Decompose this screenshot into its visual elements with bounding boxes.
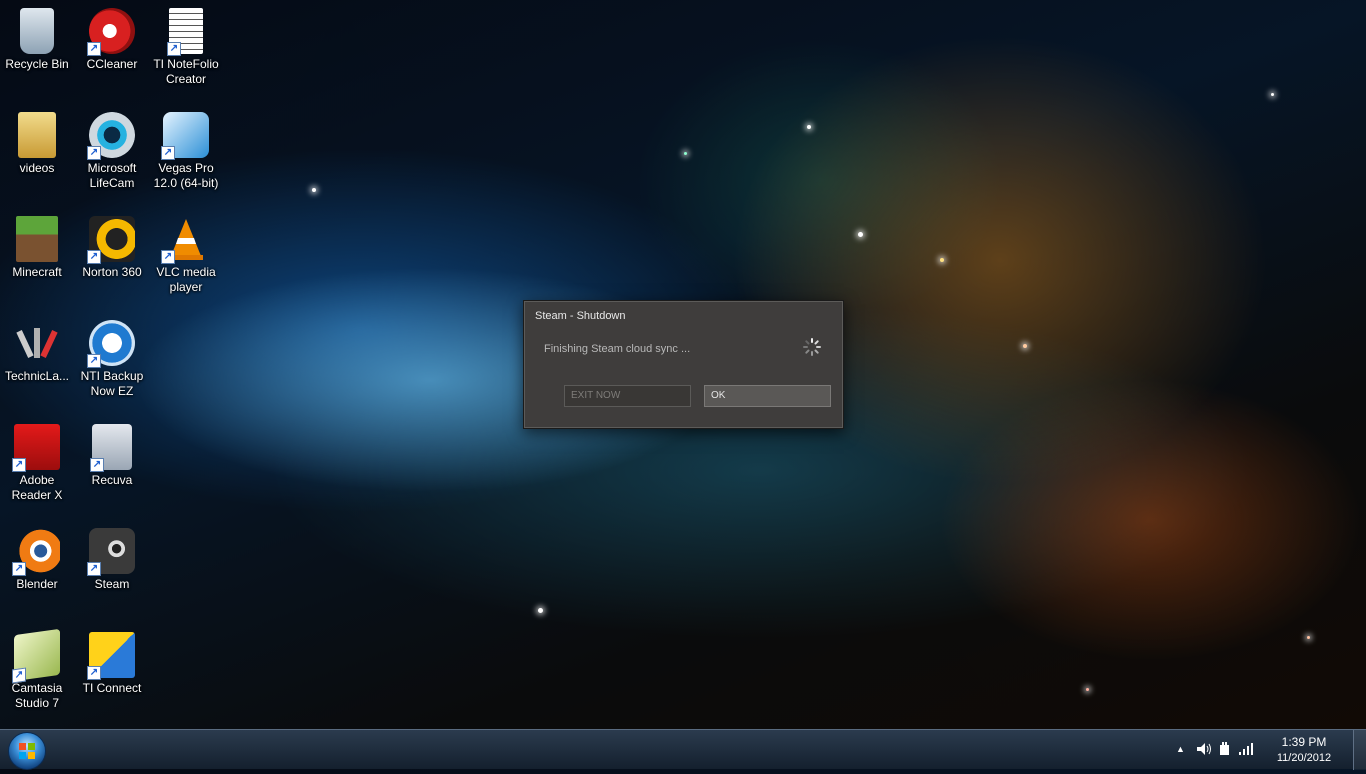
shortcut-arrow-icon: ↗	[12, 667, 26, 684]
network-signal-icon[interactable]	[1238, 742, 1254, 759]
shortcut-arrow-icon: ↗	[12, 562, 26, 576]
desktop-icon-vegas-pro[interactable]: ↗ Vegas Pro 12.0 (64-bit)	[149, 106, 223, 191]
shortcut-arrow-icon: ↗	[161, 250, 175, 264]
shortcut-arrow-icon: ↗	[87, 250, 101, 264]
desktop-icon-label: Vegas Pro 12.0 (64-bit)	[153, 161, 219, 190]
desktop-icon-label: Recycle Bin	[5, 57, 69, 71]
desktop-icon-label: TechnicLa...	[4, 369, 70, 383]
shortcut-arrow-icon: ↗	[87, 146, 101, 160]
desktop-icon-ti-notefolio[interactable]: ↗ TI NoteFolio Creator	[149, 2, 223, 87]
desktop-icon-blender[interactable]: ↗ Blender	[0, 522, 74, 592]
show-desktop-button[interactable]	[1353, 730, 1366, 770]
start-button[interactable]	[8, 732, 46, 770]
dialog-title: Steam - Shutdown	[535, 310, 626, 322]
desktop-icon-label: Adobe Reader X	[11, 473, 63, 502]
shortcut-arrow-icon: ↗	[167, 42, 181, 56]
blender-icon: ↗	[12, 528, 60, 576]
shortcut-arrow-icon: ↗	[12, 458, 26, 472]
clock-time: 1:39 PM	[1281, 735, 1327, 749]
shortcut-arrow-icon: ↗	[87, 354, 101, 368]
power-battery-icon[interactable]	[1218, 742, 1232, 759]
desktop-icon-label: Norton 360	[82, 265, 142, 279]
desktop-icon-recycle-bin[interactable]: Recycle Bin	[0, 2, 74, 72]
desktop-icon-videos[interactable]: videos	[0, 106, 74, 176]
dialog-message: Finishing Steam cloud sync ...	[544, 343, 691, 355]
desktop-icon-label: VLC media player	[156, 265, 216, 294]
windows-logo-icon	[19, 743, 35, 759]
system-tray: ▲ 1:39 PM 11/20/2012	[1166, 730, 1366, 770]
desktop-icon-label: TI NoteFolio Creator	[153, 57, 219, 86]
technic-launcher-icon	[14, 320, 60, 366]
ccleaner-icon: ↗	[87, 8, 135, 56]
recuva-icon: ↗	[90, 424, 132, 472]
steam-icon: ↗	[87, 528, 135, 576]
recycle-bin-icon	[20, 8, 54, 54]
ti-connect-icon: ↗	[87, 632, 135, 680]
shortcut-arrow-icon: ↗	[87, 42, 101, 56]
vegas-icon: ↗	[161, 112, 209, 160]
desktop-icon-adobe-reader[interactable]: ↗ Adobe Reader X	[0, 418, 74, 503]
desktop-icon-label: Steam	[94, 577, 130, 591]
desktop-icon-recuva[interactable]: ↗ Recuva	[75, 418, 149, 488]
taskbar: ▲ 1:39 PM 11/20/2012	[0, 729, 1366, 770]
desktop-icon-label: Microsoft LifeCam	[87, 161, 137, 190]
clock[interactable]: 1:39 PM 11/20/2012	[1264, 734, 1344, 766]
folder-icon	[18, 112, 56, 158]
desktop-icon-ti-connect[interactable]: ↗ TI Connect	[75, 626, 149, 696]
desktop-icon-camtasia[interactable]: ↗ Camtasia Studio 7	[0, 626, 74, 711]
norton-icon: ↗	[87, 216, 135, 264]
nti-backup-icon: ↗	[87, 320, 135, 368]
desktop-icon-label: Blender	[16, 577, 58, 591]
desktop-icon-lifecam[interactable]: ↗ Microsoft LifeCam	[75, 106, 149, 191]
adobe-reader-icon: ↗	[12, 424, 60, 472]
steam-shutdown-dialog: Steam - Shutdown Finishing Steam cloud s…	[523, 300, 844, 429]
desktop-icon-steam[interactable]: ↗ Steam	[75, 522, 149, 592]
volume-icon[interactable]	[1196, 742, 1212, 759]
shortcut-arrow-icon: ↗	[161, 146, 175, 160]
desktop-icon-nti-backup[interactable]: ↗ NTI Backup Now EZ	[75, 314, 149, 399]
desktop-icon-technic-launcher[interactable]: TechnicLa...	[0, 314, 74, 384]
desktop-icon-label: NTI Backup Now EZ	[80, 369, 144, 398]
desktop-icon-vlc[interactable]: ↗ VLC media player	[149, 210, 223, 295]
desktop-icon-label: Recuva	[91, 473, 133, 487]
shortcut-arrow-icon: ↗	[87, 666, 101, 680]
desktop-icon-label: TI Connect	[82, 681, 142, 695]
vlc-icon: ↗	[161, 216, 209, 264]
clock-date: 11/20/2012	[1276, 752, 1332, 764]
desktop-icon-minecraft[interactable]: Minecraft	[0, 210, 74, 280]
desktop-icon-norton-360[interactable]: ↗ Norton 360	[75, 210, 149, 280]
camtasia-icon: ↗	[12, 628, 60, 684]
desktop-icon-label: CCleaner	[86, 57, 138, 71]
desktop-icon-ccleaner[interactable]: ↗ CCleaner	[75, 2, 149, 72]
shortcut-arrow-icon: ↗	[90, 458, 104, 472]
show-hidden-icons-button[interactable]: ▲	[1176, 744, 1185, 754]
loading-spinner-icon	[803, 338, 821, 356]
minecraft-icon	[16, 216, 58, 262]
ok-button[interactable]: OK	[704, 385, 831, 407]
desktop-icon-label: videos	[19, 161, 55, 175]
desktop-icon-label: Minecraft	[12, 265, 62, 279]
desktop-icon-label: Camtasia Studio 7	[11, 681, 63, 710]
exit-now-button[interactable]: EXIT NOW	[564, 385, 691, 407]
lifecam-icon: ↗	[87, 112, 135, 160]
shortcut-arrow-icon: ↗	[87, 562, 101, 576]
notefolio-icon: ↗	[167, 8, 203, 56]
